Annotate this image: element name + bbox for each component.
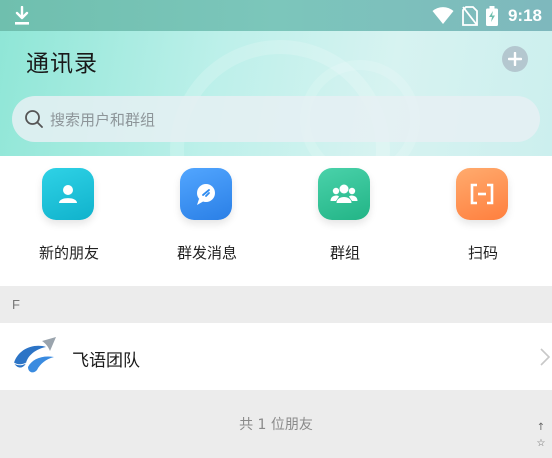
friend-count: 共 1 位朋友 [239,417,313,433]
tile-broadcast [180,168,232,220]
group-icon [330,184,358,203]
scroll-index-top[interactable]: ↑ [534,420,548,436]
add-button[interactable] [502,46,528,72]
action-broadcast[interactable]: 群发消息 [138,156,276,286]
search-icon [25,110,43,128]
action-label: 扫码 [467,244,498,262]
contact-name: 飞语团队 [72,351,140,371]
battery-charging-icon [485,5,498,26]
download-icon [15,6,29,25]
status-time: 9:18 [507,5,542,25]
wifi-icon [432,6,454,24]
action-label: 新的朋友 [38,244,99,262]
scan-icon [470,183,494,205]
status-bar: 9:18 [0,0,552,31]
search-input[interactable]: 搜索用户和群组 [12,96,540,142]
page-title: 通讯录 [26,51,98,77]
scroll-index[interactable]: ↑ ☆ [534,420,548,452]
action-groups[interactable]: 群组 [276,156,414,286]
chat-bubble-icon [197,184,215,205]
contacts-footer: 共 1 位朋友 [0,390,552,458]
action-scan[interactable]: 扫码 [414,156,552,286]
tile-groups [318,168,370,220]
section-header: F [0,287,552,323]
action-label: 群组 [329,244,360,262]
search-placeholder: 搜索用户和群组 [50,110,156,129]
chevron-right-icon [540,348,551,366]
tile-new-friends [42,168,94,220]
quick-actions: 新的朋友 群发消息 群组 扫码 [0,156,552,286]
scroll-index-star[interactable]: ☆ [534,436,548,452]
bird-logo-icon [13,337,56,373]
action-label: 群发消息 [176,244,237,262]
section-letter: F [12,297,20,312]
no-sim-icon [462,5,478,26]
action-new-friends[interactable]: 新的朋友 [0,156,138,286]
person-icon [59,185,77,203]
contact-row[interactable]: 飞语团队 [0,323,552,390]
plus-icon [508,52,522,66]
tile-scan [456,168,508,220]
